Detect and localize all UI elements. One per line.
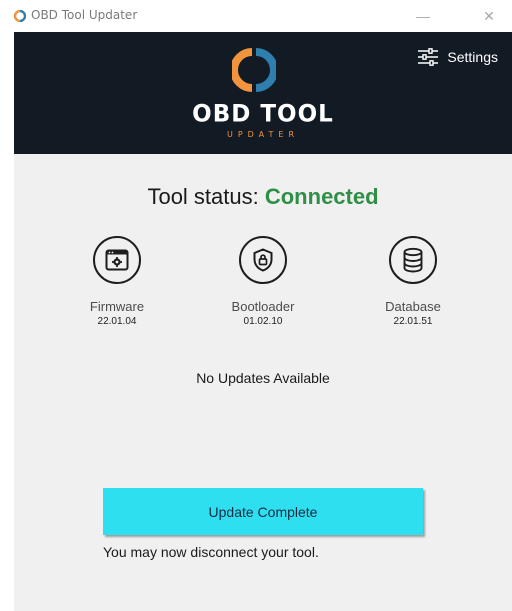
app-logo-icon: [14, 10, 26, 22]
bootloader-icon-circle: [239, 236, 287, 284]
update-button-label: Update Complete: [208, 503, 318, 520]
tool-status: Tool status: Connected: [14, 184, 512, 210]
firmware-version: 22.01.04: [97, 316, 137, 327]
database-version: 22.01.51: [393, 316, 433, 327]
logo-subtitle: UPDATER: [226, 130, 300, 139]
settings-button[interactable]: Settings: [417, 46, 498, 68]
sliders-icon: [418, 48, 439, 66]
component-database: Database 22.01.51: [353, 236, 473, 327]
title-bar: OBD Tool Updater — ✕: [0, 0, 512, 32]
firmware-label: Firmware: [89, 299, 145, 314]
database-icon-circle: [389, 236, 437, 284]
logo-title: OBD TOOL: [192, 100, 334, 128]
settings-label: Settings: [447, 49, 498, 65]
logo-ring-icon: [232, 48, 276, 92]
component-list: Firmware 22.01.04 Bootloader 01.02.10 Da…: [14, 236, 512, 346]
tool-status-label: Tool status:: [147, 184, 259, 209]
component-firmware: Firmware 22.01.04: [57, 236, 177, 327]
update-message: No Updates Available: [196, 370, 330, 386]
database-label: Database: [385, 299, 441, 314]
shield-lock-icon: [253, 248, 273, 272]
tool-status-value: Connected: [264, 184, 379, 209]
close-button[interactable]: ✕: [466, 0, 512, 32]
database-icon: [403, 247, 423, 273]
component-bootloader: Bootloader 01.02.10: [203, 236, 323, 327]
window-title: OBD Tool Updater: [31, 8, 138, 22]
firmware-icon-circle: [93, 236, 141, 284]
update-button[interactable]: Update Complete: [103, 488, 423, 535]
bootloader-version: 01.02.10: [243, 316, 283, 327]
minimize-icon: —: [416, 8, 430, 24]
minimize-button[interactable]: —: [400, 0, 446, 32]
bootloader-label: Bootloader: [231, 299, 295, 314]
app-header: OBD TOOL UPDATER Settings: [14, 32, 512, 154]
main-panel: Tool status: Connected Firmware 22.01.04…: [14, 154, 512, 611]
close-icon: ✕: [483, 7, 495, 24]
disconnect-note: You may now disconnect your tool.: [103, 544, 319, 560]
firmware-window-gear-icon: [105, 249, 129, 271]
